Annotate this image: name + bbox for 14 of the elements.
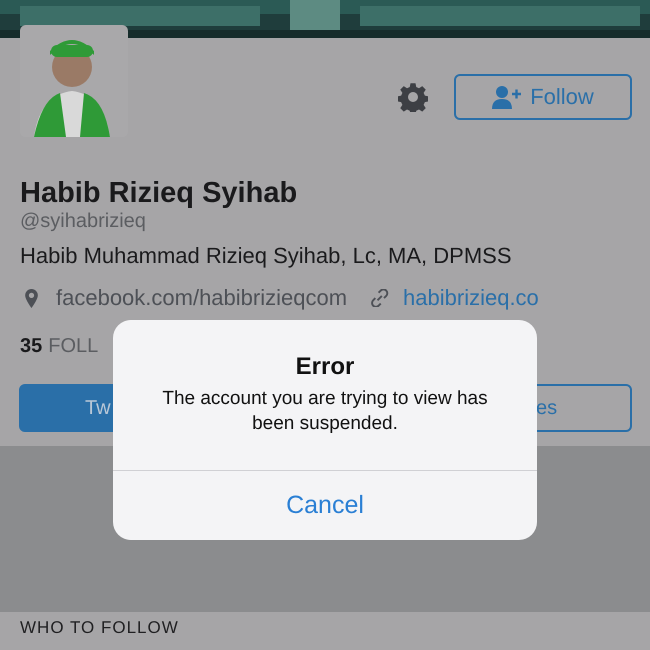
link-icon — [371, 289, 390, 307]
profile-bio: Habib Muhammad Rizieq Syihab, Lc, MA, DPMSS — [19, 243, 513, 269]
settings-icon[interactable] — [398, 82, 428, 112]
followers-count: 35 — [20, 335, 42, 358]
website-link[interactable]: habibrizieq.co — [403, 285, 539, 311]
profile-name: Habib Rizieq Syihab — [19, 177, 298, 210]
followers-label: FOLL — [48, 335, 98, 358]
profile-handle: @syihabrizieq — [19, 210, 147, 233]
dialog-title: Error — [296, 353, 354, 381]
follow-button[interactable]: Follow — [454, 74, 632, 120]
section-title: WHO TO FOLLOW — [19, 618, 180, 638]
add-user-icon — [492, 85, 522, 109]
location-pin-icon — [25, 288, 38, 308]
location-text: facebook.com/habibrizieqcom — [56, 285, 348, 311]
